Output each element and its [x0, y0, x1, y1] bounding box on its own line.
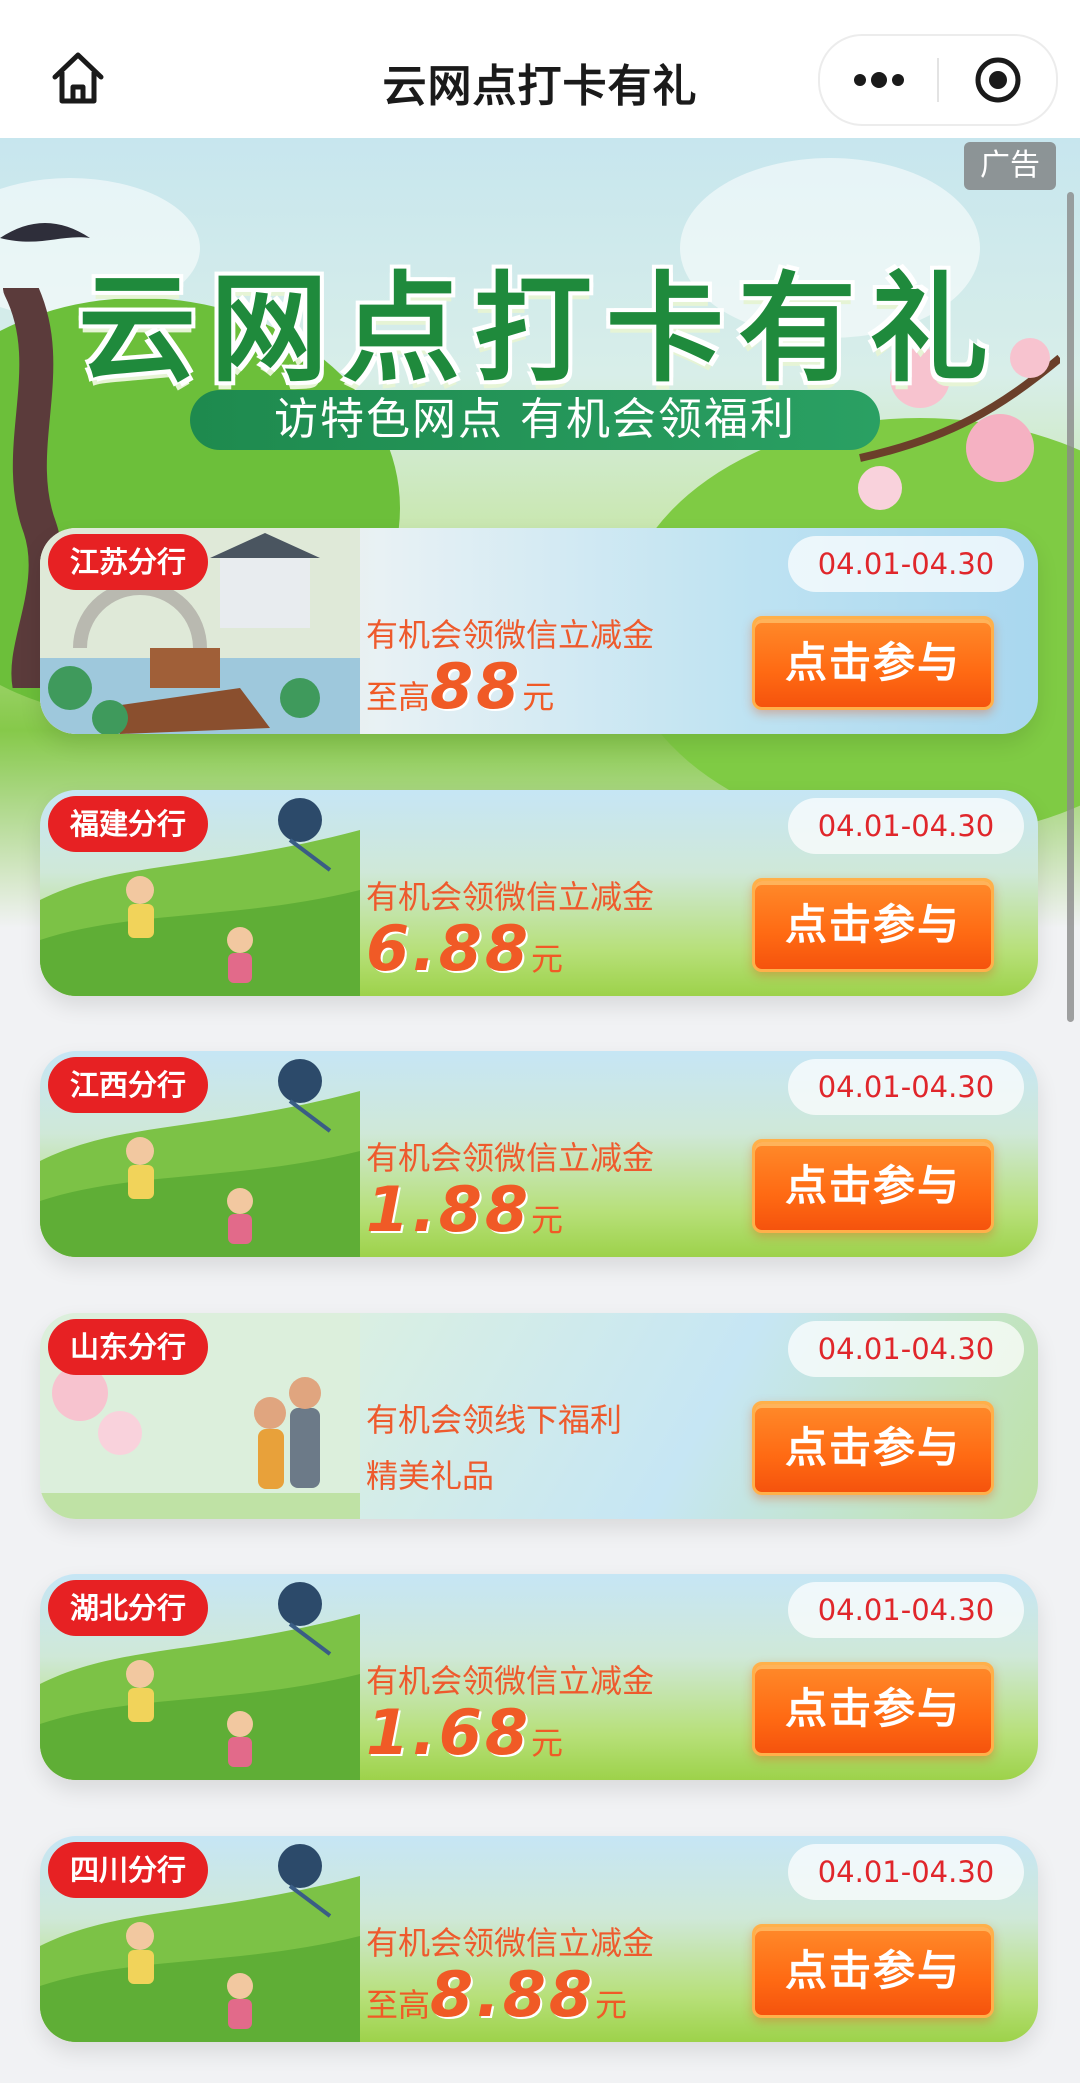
amount-prefix: 至高 [366, 678, 431, 716]
join-button[interactable]: 点击参与 [752, 1924, 994, 2018]
reward-amount: 6.88元 [366, 912, 563, 985]
branch-card[interactable]: 江苏分行 04.01-04.30 有机会领微信立减金 至高88元 点击参与 [40, 528, 1038, 734]
more-dots-icon [853, 72, 904, 88]
branch-tag: 江苏分行 [48, 534, 209, 590]
reward-amount: 1.68元 [366, 1696, 563, 1769]
branch-tag: 山东分行 [48, 1319, 209, 1375]
date-range: 04.01-04.30 [788, 536, 1024, 592]
reward-desc-line2: 精美礼品 [366, 1457, 495, 1495]
scrollbar[interactable] [1067, 192, 1074, 1022]
date-range: 04.01-04.30 [788, 1844, 1024, 1900]
more-button[interactable] [820, 36, 937, 124]
hero-subtitle: 访特色网点 有机会领福利 [190, 390, 880, 450]
amount-unit: 元 [522, 678, 555, 716]
amount-unit: 元 [595, 1986, 628, 2024]
join-button[interactable]: 点击参与 [752, 616, 994, 710]
join-button[interactable]: 点击参与 [752, 1139, 994, 1233]
branch-tag: 江西分行 [48, 1057, 209, 1113]
branch-card[interactable]: 湖北分行 04.01-04.30 有机会领微信立减金 1.68元 点击参与 [40, 1574, 1038, 1780]
top-nav-bar: 云网点打卡有礼 [0, 0, 1080, 138]
amount-unit: 元 [530, 1201, 563, 1239]
amount-value: 1.88 [366, 1173, 531, 1246]
amount-value: 88 [430, 650, 523, 723]
ad-label: 广告 [964, 142, 1056, 190]
amount-value: 1.68 [366, 1696, 531, 1769]
branch-tag: 福建分行 [48, 796, 209, 852]
date-range: 04.01-04.30 [788, 1059, 1024, 1115]
reward-desc: 有机会领线下福利 [366, 1401, 623, 1439]
target-circle-icon [975, 57, 1020, 103]
close-button[interactable] [939, 36, 1056, 124]
reward-amount: 1.88元 [366, 1173, 563, 1246]
date-range: 04.01-04.30 [788, 1321, 1024, 1377]
branch-tag: 四川分行 [48, 1842, 209, 1898]
reward-amount: 至高88元 [366, 650, 554, 723]
reward-amount: 至高8.88元 [366, 1958, 627, 2031]
join-button[interactable]: 点击参与 [752, 1401, 994, 1495]
branch-card[interactable]: 福建分行 04.01-04.30 有机会领微信立减金 6.88元 点击参与 [40, 790, 1038, 996]
date-range: 04.01-04.30 [788, 798, 1024, 854]
branch-tag: 湖北分行 [48, 1580, 209, 1636]
amount-unit: 元 [530, 940, 563, 978]
amount-unit: 元 [530, 1724, 563, 1762]
hero-title: 云网点打卡有礼 [77, 260, 1002, 398]
amount-value: 8.88 [430, 1958, 595, 2031]
branch-card[interactable]: 山东分行 04.01-04.30 有机会领线下福利 精美礼品 点击参与 [40, 1313, 1038, 1519]
join-button[interactable]: 点击参与 [752, 1662, 994, 1756]
amount-prefix: 至高 [366, 1986, 431, 2024]
date-range: 04.01-04.30 [788, 1582, 1024, 1638]
join-button[interactable]: 点击参与 [752, 878, 994, 972]
branch-card[interactable]: 江西分行 04.01-04.30 有机会领微信立减金 1.88元 点击参与 [40, 1051, 1038, 1257]
mini-program-capsule [818, 34, 1058, 126]
branch-card[interactable]: 四川分行 04.01-04.30 有机会领微信立减金 至高8.88元 点击参与 [40, 1836, 1038, 2042]
amount-value: 6.88 [366, 912, 531, 985]
